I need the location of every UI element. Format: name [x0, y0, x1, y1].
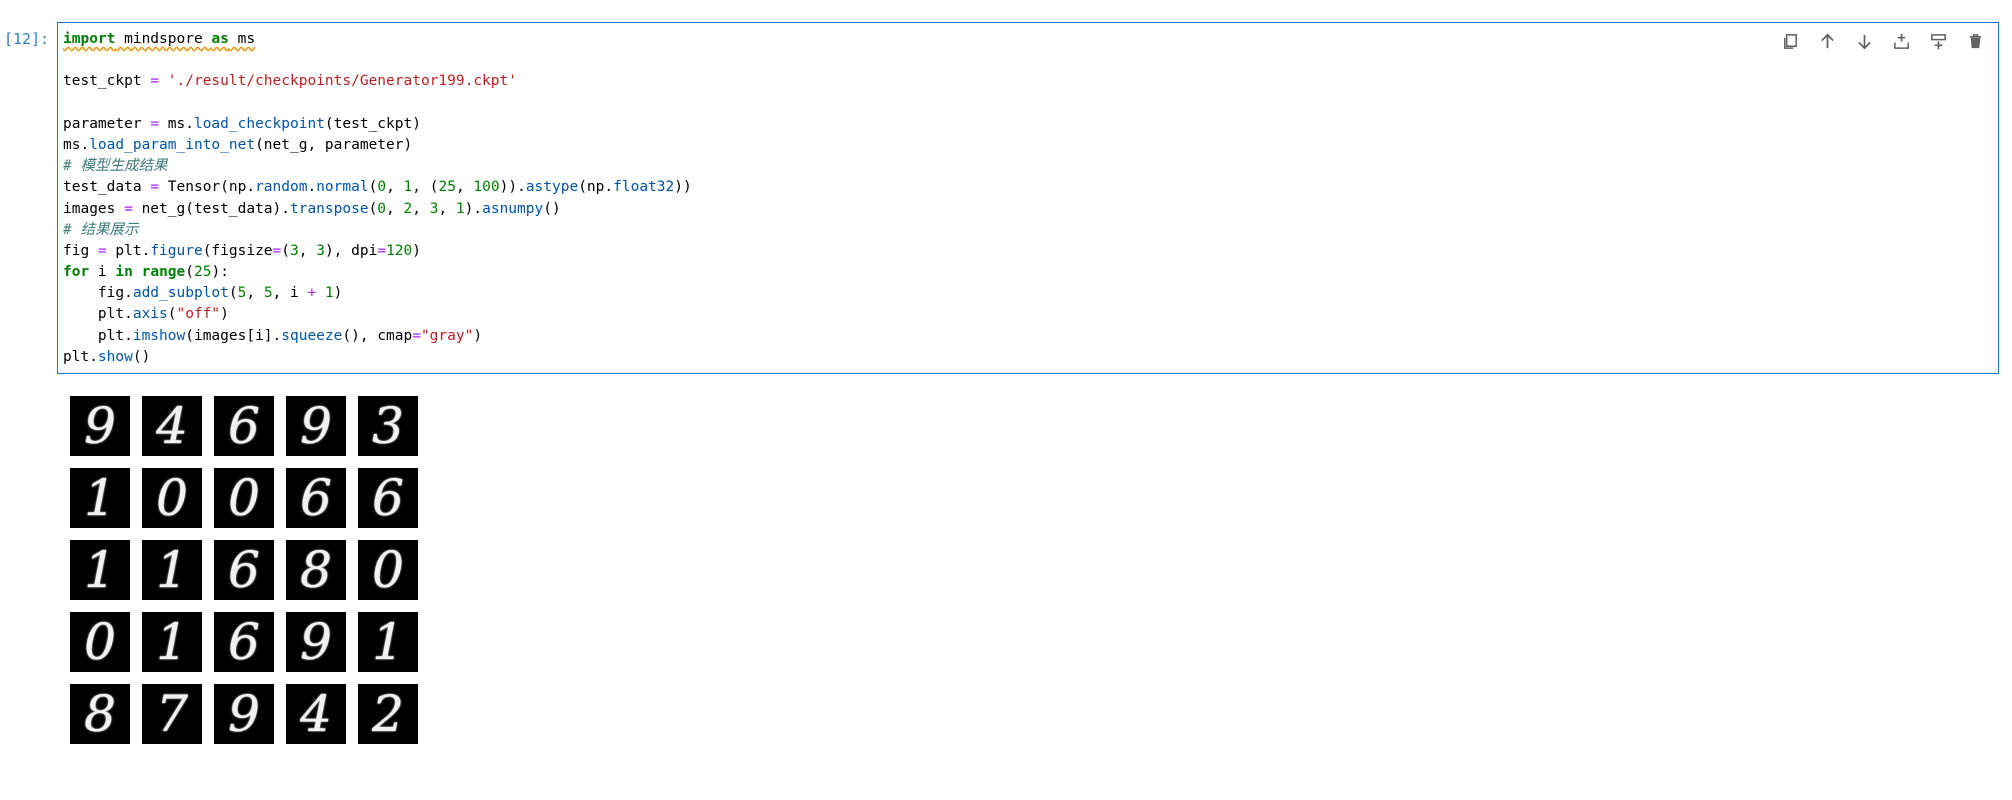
delete-cell-button[interactable]	[1963, 29, 1988, 54]
arrow-up-icon	[1821, 33, 1834, 49]
digit-image: 1	[358, 612, 418, 672]
digit-image: 0	[70, 612, 130, 672]
digit-image: 6	[358, 468, 418, 528]
digit-image: 9	[286, 612, 346, 672]
code-line-12: for i in range(25):	[63, 264, 229, 281]
code-line-13: fig.add_subplot(5, 5, i + 1)	[63, 285, 343, 302]
code-line-9: images = net_g(test_data).transpose(0, 2…	[63, 200, 561, 217]
code-line-16: plt.show()	[63, 348, 151, 365]
digit-image: 9	[286, 396, 346, 456]
copy-icon	[1784, 34, 1797, 49]
code-line-15: plt.imshow(images[i].squeeze(), cmap="gr…	[63, 327, 483, 344]
code-line-11: fig = plt.figure(figsize=(3, 3), dpi=120…	[63, 242, 422, 259]
digit-image: 0	[142, 468, 202, 528]
digit-image: 6	[214, 612, 274, 672]
code-cell[interactable]: import mindspore as ms test_ckpt = './res…	[57, 22, 1999, 374]
arrow-down-icon	[1858, 34, 1871, 50]
digit-image: 4	[142, 396, 202, 456]
insert-below-icon	[1894, 33, 1909, 49]
digit-image: 6	[286, 468, 346, 528]
digit-image: 2	[358, 684, 418, 744]
digit-image: 7	[142, 684, 202, 744]
execution-count: [12]:	[4, 30, 50, 48]
digit-image: 9	[70, 396, 130, 456]
code-line-6: ms.load_param_into_net(net_g, parameter)	[63, 136, 413, 153]
digit-image: 8	[70, 684, 130, 744]
digit-image: 4	[286, 684, 346, 744]
code-line-3: test_ckpt = './result/checkpoints/Genera…	[63, 73, 517, 90]
digit-image: 0	[214, 468, 274, 528]
duplicate-cell-button[interactable]	[1778, 29, 1803, 54]
cell-output: 9 4 6 9 3 1 0 0 6 6 1 1 6 8 0 0 1 6 9 1 …	[70, 396, 426, 746]
digit-image: 8	[286, 540, 346, 600]
digit-image: 9	[214, 684, 274, 744]
digit-image: 1	[142, 540, 202, 600]
cell-toolbar	[1778, 29, 1988, 54]
move-cell-down-button[interactable]	[1852, 29, 1877, 54]
insert-cell-below-button[interactable]	[1889, 29, 1914, 54]
code-line-1: import mindspore as ms	[63, 31, 256, 47]
digit-image: 6	[214, 396, 274, 456]
digit-image: 6	[214, 540, 274, 600]
insert-cell-above-button[interactable]	[1926, 29, 1951, 54]
code-line-14: plt.axis("off")	[63, 306, 229, 323]
digit-image: 0	[358, 540, 418, 600]
code-editor[interactable]: import mindspore as ms test_ckpt = './res…	[63, 29, 692, 368]
generated-digits-grid: 9 4 6 9 3 1 0 0 6 6 1 1 6 8 0 0 1 6 9 1 …	[70, 396, 426, 744]
digit-image: 1	[70, 540, 130, 600]
move-cell-up-button[interactable]	[1815, 29, 1840, 54]
digit-image: 1	[70, 468, 130, 528]
code-line-8: test_data = Tensor(np.random.normal(0, 1…	[63, 179, 692, 196]
code-line-7: # 模型生成结果	[63, 158, 168, 175]
digit-image: 1	[142, 612, 202, 672]
trash-icon	[1969, 34, 1982, 49]
code-line-10: # 结果展示	[63, 221, 139, 238]
code-line-5: parameter = ms.load_checkpoint(test_ckpt…	[63, 115, 421, 132]
insert-above-icon	[1931, 34, 1946, 50]
digit-image: 3	[358, 396, 418, 456]
